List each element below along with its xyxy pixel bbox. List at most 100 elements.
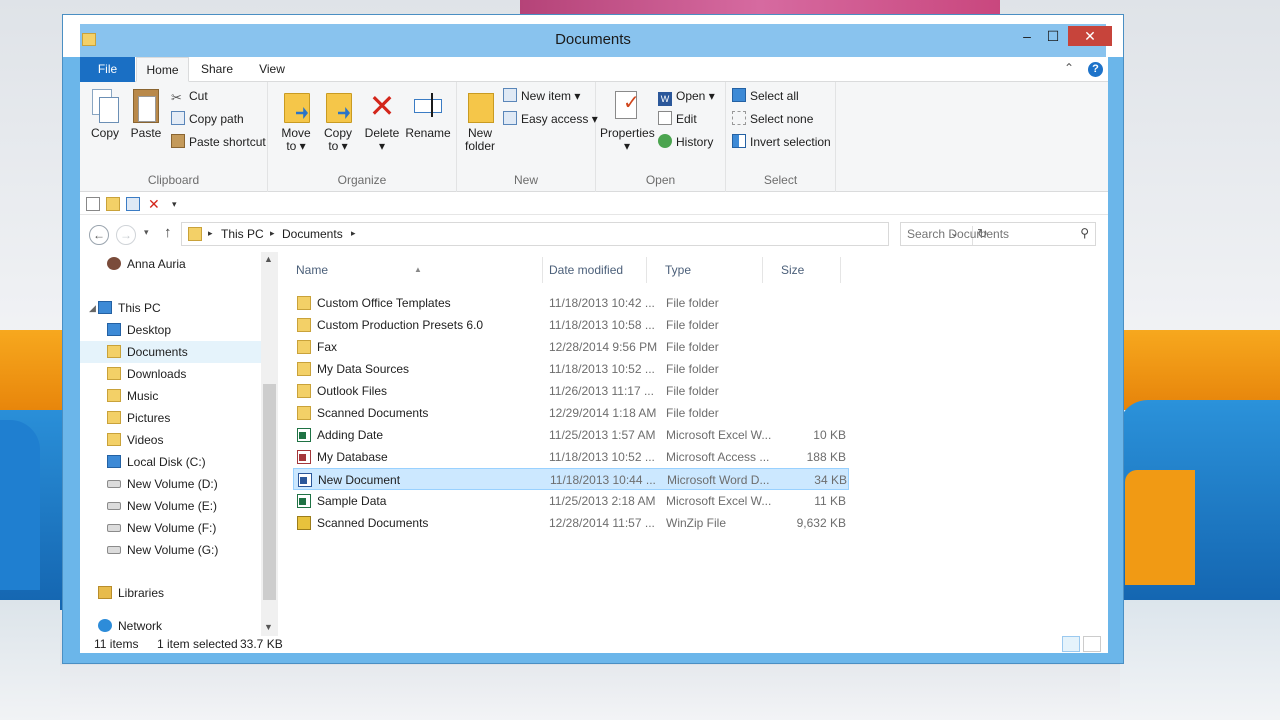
nav-scrollbar-thumb[interactable]	[263, 384, 276, 600]
recent-locations-icon[interactable]: ▾	[144, 227, 149, 238]
qat-customize-icon[interactable]: ▾	[172, 197, 186, 211]
paste-shortcut-label: Paste shortcut	[189, 135, 266, 149]
delete-x-icon: ✕	[368, 88, 396, 124]
delete-button[interactable]: ✕ Delete ▾	[362, 89, 402, 153]
tab-share[interactable]: Share	[192, 57, 242, 82]
qat-properties-icon[interactable]	[86, 197, 100, 211]
maximize-button[interactable]: ☐	[1040, 26, 1066, 46]
breadcrumb-this-pc[interactable]: This PC	[221, 227, 264, 241]
nav-scrollbar[interactable]: ▲ ▼	[261, 252, 278, 636]
invert-selection-button[interactable]: Invert selection	[732, 133, 831, 153]
scroll-down-arrow-icon[interactable]: ▼	[264, 622, 273, 632]
file-row[interactable]: Sample Data 11/25/2013 2:18 AM Microsoft E…	[293, 490, 849, 512]
edit-button[interactable]: Edit	[658, 110, 697, 130]
nav-item-desktop[interactable]: Desktop	[107, 319, 171, 341]
move-to-button[interactable]: Move to ▾	[276, 89, 316, 153]
new-folder-button[interactable]: New folder	[461, 89, 499, 153]
file-name: New Document	[318, 473, 401, 487]
cut-button[interactable]: ✂ Cut	[171, 87, 208, 107]
tab-home[interactable]: Home	[136, 57, 189, 82]
column-header-name[interactable]: ▲ Name	[278, 257, 543, 283]
select-none-button[interactable]: Select none	[732, 110, 813, 130]
easy-access-button[interactable]: Easy access ▾	[503, 110, 598, 130]
copy-button[interactable]: Copy	[86, 89, 124, 140]
open-button[interactable]: W Open ▾	[658, 87, 715, 107]
large-icons-view-icon[interactable]	[1083, 636, 1101, 652]
file-type: File folder	[666, 362, 719, 376]
user-avatar-icon	[107, 257, 121, 270]
copy-path-button[interactable]: Copy path	[171, 110, 244, 130]
file-row[interactable]: Outlook Files 11/26/2013 11:17 ... File fo…	[293, 380, 849, 402]
column-header-date[interactable]: Date modified	[531, 257, 647, 283]
back-arrow-icon[interactable]: ←	[89, 225, 109, 245]
minimize-button[interactable]: ‒	[1014, 26, 1040, 46]
rename-button[interactable]: Rename	[404, 89, 452, 140]
file-date-modified: 12/28/2014 11:57 ...	[549, 516, 655, 530]
file-row[interactable]: My Database 11/18/2013 10:52 ... Microsoft…	[293, 446, 849, 468]
nav-item-downloads[interactable]: Downloads	[107, 363, 186, 385]
nav-item-network[interactable]: Network	[98, 615, 162, 637]
file-row[interactable]: Custom Office Templates 11/18/2013 10:42 …	[293, 292, 849, 314]
computer-icon	[98, 301, 112, 314]
qat-delete-icon[interactable]: ✕	[148, 197, 162, 211]
file-row[interactable]: Custom Production Presets 6.0 11/18/2013 …	[293, 314, 849, 336]
title-bar[interactable]: Documents ‒ ☐ ✕	[63, 15, 1123, 57]
nav-item-music[interactable]: Music	[107, 385, 158, 407]
nav-item-user[interactable]: Anna Auria	[107, 253, 186, 275]
file-row[interactable]: Adding Date 11/25/2013 1:57 AM Microsoft E…	[293, 424, 849, 446]
select-all-button[interactable]: Select all	[732, 87, 799, 107]
nav-item-volume-d[interactable]: New Volume (D:)	[107, 473, 218, 495]
rename-icon	[413, 89, 443, 123]
forward-arrow-icon[interactable]: →	[116, 225, 136, 245]
nav-item-libraries[interactable]: Libraries	[98, 582, 164, 604]
nav-item-documents[interactable]: Documents	[80, 341, 261, 363]
details-view-icon[interactable]	[1062, 636, 1080, 652]
tab-file[interactable]: File	[80, 57, 135, 82]
expand-triangle-icon[interactable]: ◢	[89, 297, 96, 319]
paste-shortcut-button[interactable]: Paste shortcut	[171, 133, 266, 153]
file-row[interactable]: My Data Sources 11/18/2013 10:52 ... File …	[293, 358, 849, 380]
history-button[interactable]: History	[658, 133, 713, 153]
file-name: Scanned Documents	[317, 516, 429, 530]
nav-item-pictures[interactable]: Pictures	[107, 407, 170, 429]
nav-volume-f-label: New Volume (F:)	[127, 521, 217, 535]
collapse-ribbon-icon[interactable]: ⌃	[1064, 61, 1074, 75]
nav-item-this-pc[interactable]: ◢ This PC	[80, 297, 261, 319]
breadcrumb-chevron-icon[interactable]: ▸	[270, 228, 275, 239]
new-item-button[interactable]: New item ▾	[503, 87, 580, 107]
breadcrumb-chevron-icon[interactable]: ▸	[351, 228, 356, 239]
zip-file-icon	[297, 516, 311, 530]
nav-downloads-label: Downloads	[127, 367, 187, 381]
select-group-label: Select	[763, 173, 798, 187]
nav-item-videos[interactable]: Videos	[107, 429, 163, 451]
up-arrow-icon[interactable]: ↑	[164, 224, 172, 241]
breadcrumb-chevron-icon[interactable]: ▸	[208, 228, 213, 239]
copy-to-button[interactable]: Copy to ▾	[318, 89, 358, 153]
qat-new-folder-icon[interactable]	[106, 197, 120, 211]
properties-button[interactable]: Properties▾	[600, 89, 655, 153]
nav-item-local-disk-c[interactable]: Local Disk (C:)	[107, 451, 206, 473]
search-icon[interactable]: ⚲	[1080, 226, 1089, 240]
file-row[interactable]: New Document 11/18/2013 10:44 ... Microsof…	[293, 468, 849, 490]
address-row: ← → ▾ ↑ ▸ This PC ▸ Documents ▸ ⌄ ↻ ⚲	[80, 216, 1108, 252]
qat-rename-icon[interactable]	[126, 197, 140, 211]
search-input[interactable]	[907, 226, 1067, 242]
nav-item-volume-g[interactable]: New Volume (G:)	[107, 539, 218, 561]
help-icon[interactable]: ?	[1088, 62, 1103, 77]
column-header-size[interactable]: Size	[763, 257, 841, 283]
file-row[interactable]: Scanned Documents 12/29/2014 1:18 AM File …	[293, 402, 849, 424]
window-content: File Home Share View ⌃ ? Copy Paste ✂ Cut	[80, 57, 1108, 653]
file-row[interactable]: Scanned Documents 12/28/2014 11:57 ... Win…	[293, 512, 849, 534]
paste-button[interactable]: Paste	[126, 89, 166, 140]
tab-view[interactable]: View	[250, 57, 294, 82]
word-file-icon	[298, 473, 312, 487]
close-button[interactable]: ✕	[1068, 26, 1112, 46]
nav-item-volume-e[interactable]: New Volume (E:)	[107, 495, 217, 517]
file-size: 34 KB	[814, 473, 847, 487]
breadcrumb-documents[interactable]: Documents	[282, 227, 343, 241]
scroll-up-arrow-icon[interactable]: ▲	[264, 254, 273, 264]
address-bar[interactable]: ▸ This PC ▸ Documents ▸ ⌄ ↻	[181, 222, 988, 246]
file-row[interactable]: Fax 12/28/2014 9:56 PM File folder	[293, 336, 849, 358]
nav-item-volume-f[interactable]: New Volume (F:)	[107, 517, 216, 539]
column-header-type[interactable]: Type	[647, 257, 763, 283]
